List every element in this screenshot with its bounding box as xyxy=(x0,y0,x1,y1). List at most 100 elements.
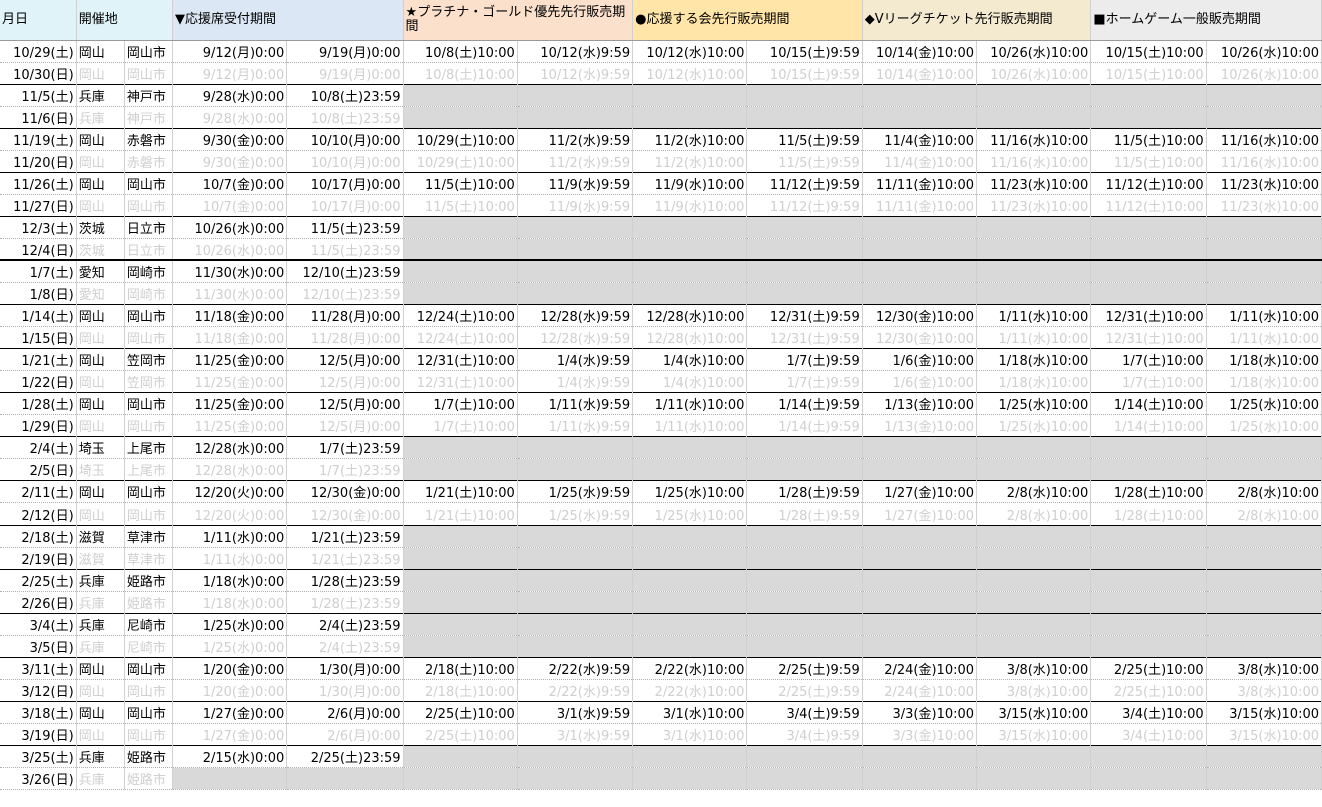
cell-general-start[interactable] xyxy=(1090,524,1207,548)
cell-platinum-start[interactable] xyxy=(403,568,518,592)
cell-support-end[interactable]: 12/10(土)23:59 xyxy=(286,282,404,306)
cell-club-start[interactable]: 3/1(水)10:00 xyxy=(632,723,748,747)
cell-general-start[interactable]: 1/7(土)10:00 xyxy=(1090,348,1207,372)
cell-day[interactable]: 11/20(日) xyxy=(0,150,77,173)
cell-general-end[interactable]: 1/11(水)10:00 xyxy=(1206,304,1322,328)
cell-day[interactable]: 2/4(土) xyxy=(0,436,77,460)
cell-platinum-end[interactable]: 11/9(水)9:59 xyxy=(517,171,634,195)
cell-prefecture[interactable]: 岡山 xyxy=(76,194,125,217)
cell-day[interactable]: 2/18(土) xyxy=(0,524,77,548)
cell-city[interactable]: 神戸市 xyxy=(124,106,173,129)
cell-vleague-end[interactable] xyxy=(976,238,1092,261)
cell-prefecture[interactable]: 愛知 xyxy=(76,259,125,284)
cell-platinum-start[interactable] xyxy=(403,106,518,129)
cell-vleague-start[interactable] xyxy=(862,238,978,261)
cell-city[interactable]: 岡山市 xyxy=(124,679,173,702)
cell-day[interactable]: 11/6(日) xyxy=(0,106,77,129)
cell-general-start[interactable] xyxy=(1090,83,1207,107)
cell-city[interactable]: 岡山市 xyxy=(124,656,173,680)
cell-support-start[interactable]: 11/25(金)0:00 xyxy=(172,370,288,394)
cell-club-end[interactable]: 11/5(土)9:59 xyxy=(746,127,863,151)
cell-support-end[interactable]: 1/21(土)23:59 xyxy=(286,547,404,570)
header-venue[interactable]: 開催地 xyxy=(76,0,173,41)
cell-day[interactable]: 10/29(土) xyxy=(0,39,77,63)
cell-city[interactable]: 岡山市 xyxy=(124,62,173,85)
cell-club-end[interactable] xyxy=(746,635,863,658)
cell-prefecture[interactable]: 兵庫 xyxy=(76,591,125,614)
cell-general-start[interactable]: 3/4(土)10:00 xyxy=(1090,700,1207,724)
cell-vleague-start[interactable]: 11/11(金)10:00 xyxy=(862,194,978,217)
cell-support-end[interactable]: 1/28(土)23:59 xyxy=(286,591,404,614)
cell-prefecture[interactable]: 岡山 xyxy=(76,656,125,680)
cell-platinum-end[interactable] xyxy=(517,591,634,614)
cell-city[interactable]: 赤磐市 xyxy=(124,150,173,173)
cell-support-end[interactable]: 10/8(土)23:59 xyxy=(286,106,404,129)
cell-club-start[interactable] xyxy=(632,83,748,107)
cell-platinum-start[interactable] xyxy=(403,744,518,769)
cell-club-start[interactable] xyxy=(632,259,748,284)
cell-platinum-end[interactable] xyxy=(517,282,634,306)
cell-support-start[interactable]: 1/11(水)0:00 xyxy=(172,524,288,548)
header-support-seat-period[interactable]: ▼応援席受付期間 xyxy=(172,0,404,41)
cell-platinum-start[interactable] xyxy=(403,635,518,658)
cell-club-start[interactable] xyxy=(632,568,748,592)
cell-general-start[interactable] xyxy=(1090,591,1207,614)
cell-general-end[interactable] xyxy=(1206,524,1322,548)
cell-platinum-end[interactable] xyxy=(517,238,634,261)
cell-club-start[interactable]: 3/1(水)10:00 xyxy=(632,700,748,724)
header-platinum-gold-presale[interactable]: ★プラチナ・ゴールド優先先行販売期間 xyxy=(403,0,634,41)
cell-club-start[interactable] xyxy=(632,215,748,239)
cell-support-end[interactable]: 1/7(土)23:59 xyxy=(286,458,404,482)
cell-support-start[interactable]: 1/25(水)0:00 xyxy=(172,612,288,636)
cell-platinum-start[interactable]: 11/5(土)10:00 xyxy=(403,194,518,217)
cell-general-end[interactable] xyxy=(1206,238,1322,261)
cell-prefecture[interactable]: 岡山 xyxy=(76,150,125,173)
cell-platinum-end[interactable]: 12/28(水)9:59 xyxy=(517,326,634,350)
cell-vleague-end[interactable]: 2/8(水)10:00 xyxy=(976,480,1092,504)
cell-vleague-end[interactable]: 11/16(水)10:00 xyxy=(976,150,1092,173)
cell-club-start[interactable] xyxy=(632,612,748,636)
cell-platinum-start[interactable] xyxy=(403,238,518,261)
cell-vleague-start[interactable] xyxy=(862,591,978,614)
cell-vleague-start[interactable] xyxy=(862,547,978,570)
cell-support-start[interactable]: 12/20(火)0:00 xyxy=(172,502,288,526)
cell-club-start[interactable] xyxy=(632,591,748,614)
cell-club-start[interactable]: 11/9(水)10:00 xyxy=(632,194,748,217)
cell-support-end[interactable] xyxy=(286,767,404,791)
cell-day[interactable]: 3/25(土) xyxy=(0,744,77,769)
cell-general-start[interactable]: 2/25(土)10:00 xyxy=(1090,656,1207,680)
cell-platinum-end[interactable] xyxy=(517,436,634,460)
cell-platinum-start[interactable]: 1/7(土)10:00 xyxy=(403,414,518,438)
header-vleague-presale[interactable]: ◆Vリーグチケット先行販売期間 xyxy=(862,0,1092,41)
cell-general-start[interactable] xyxy=(1090,612,1207,636)
cell-club-start[interactable] xyxy=(632,282,748,306)
cell-city[interactable]: 神戸市 xyxy=(124,83,173,107)
cell-club-end[interactable] xyxy=(746,591,863,614)
cell-vleague-start[interactable] xyxy=(862,568,978,592)
cell-club-end[interactable]: 10/15(土)9:59 xyxy=(746,62,863,85)
cell-vleague-end[interactable] xyxy=(976,83,1092,107)
cell-city[interactable]: 姫路市 xyxy=(124,568,173,592)
cell-platinum-start[interactable] xyxy=(403,282,518,306)
cell-prefecture[interactable]: 兵庫 xyxy=(76,612,125,636)
cell-general-end[interactable]: 1/11(水)10:00 xyxy=(1206,326,1322,350)
cell-platinum-start[interactable] xyxy=(403,83,518,107)
cell-day[interactable]: 2/25(土) xyxy=(0,568,77,592)
cell-platinum-start[interactable]: 10/8(土)10:00 xyxy=(403,62,518,85)
cell-city[interactable]: 岡崎市 xyxy=(124,282,173,306)
cell-prefecture[interactable]: 兵庫 xyxy=(76,635,125,658)
cell-platinum-start[interactable]: 10/8(土)10:00 xyxy=(403,39,518,63)
cell-platinum-end[interactable] xyxy=(517,612,634,636)
cell-platinum-start[interactable]: 1/21(土)10:00 xyxy=(403,502,518,526)
header-general-sale[interactable]: ■ホームゲーム一般販売期間 xyxy=(1090,0,1322,41)
cell-prefecture[interactable]: 兵庫 xyxy=(76,106,125,129)
cell-prefecture[interactable]: 埼玉 xyxy=(76,458,125,482)
cell-vleague-end[interactable] xyxy=(976,259,1092,284)
cell-general-start[interactable] xyxy=(1090,458,1207,482)
cell-general-end[interactable] xyxy=(1206,259,1322,284)
cell-general-start[interactable] xyxy=(1090,282,1207,306)
cell-general-end[interactable]: 1/18(水)10:00 xyxy=(1206,370,1322,394)
cell-support-end[interactable]: 1/28(土)23:59 xyxy=(286,568,404,592)
cell-support-end[interactable]: 12/30(金)0:00 xyxy=(286,502,404,526)
cell-vleague-end[interactable]: 10/26(水)10:00 xyxy=(976,39,1092,63)
